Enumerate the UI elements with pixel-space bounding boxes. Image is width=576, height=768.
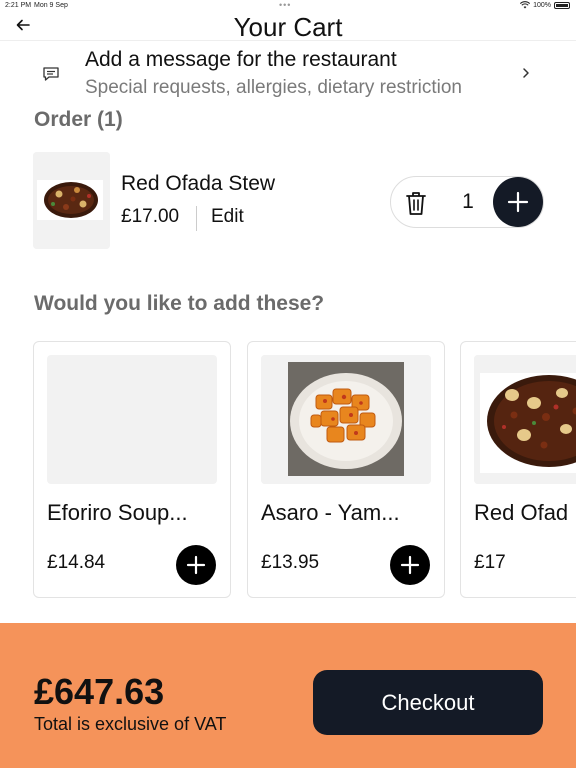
checkout-footer: £647.63 Total is exclusive of VAT Checko…: [0, 623, 576, 768]
message-icon: [43, 67, 59, 81]
add-suggestion-button[interactable]: [176, 545, 216, 585]
suggestion-image[interactable]: [261, 355, 431, 484]
plus-icon: [507, 191, 529, 213]
cart-total: £647.63: [34, 671, 165, 712]
status-date: Mon 9 Sep: [34, 2, 68, 9]
cart-item-image[interactable]: [33, 152, 110, 249]
suggestions-section-title: Would you like to add these?: [34, 292, 325, 315]
edit-item-button[interactable]: Edit: [211, 206, 244, 228]
suggestion-image-placeholder[interactable]: [47, 355, 217, 484]
header: Your Cart: [0, 10, 576, 42]
suggestions-carousel[interactable]: Eforiro Soup... £14.84 Asaro - Yam... £1…: [33, 341, 576, 599]
vat-note: Total is exclusive of VAT: [34, 714, 227, 734]
multitasking-dots-icon[interactable]: •••: [279, 0, 291, 10]
suggestion-price: £17: [474, 552, 506, 573]
suggestion-price: £14.84: [47, 552, 106, 573]
suggestion-card[interactable]: Eforiro Soup... £14.84: [33, 341, 231, 598]
suggestion-name: Asaro - Yam...: [261, 500, 400, 525]
suggestion-image[interactable]: [474, 355, 576, 484]
status-time: 2:21 PM: [5, 2, 32, 9]
status-right: 100%: [520, 1, 570, 9]
suggestion-card[interactable]: Asaro - Yam... £13.95: [247, 341, 445, 598]
plus-icon: [400, 555, 420, 575]
cart-item-price: £17.00: [121, 206, 180, 227]
restaurant-message-row[interactable]: Add a message for the restaurant Special…: [0, 40, 576, 106]
quantity-value: 1: [462, 190, 474, 213]
suggestion-name: Eforiro Soup...: [47, 500, 188, 525]
checkout-button[interactable]: Checkout: [313, 670, 543, 735]
stew-dish-image: [33, 152, 110, 249]
increase-quantity-button[interactable]: [493, 177, 543, 227]
quantity-stepper: 1: [390, 176, 544, 228]
trash-icon: [406, 192, 426, 215]
battery-icon: [554, 1, 570, 9]
price-edit-divider: [196, 206, 197, 231]
suggestion-name: Red Ofad: [474, 500, 569, 525]
cart-item-name: Red Ofada Stew: [121, 172, 276, 195]
chevron-right-icon: [523, 68, 529, 78]
yam-dish-image: [261, 355, 431, 484]
cart-item: Red Ofada Stew £17.00 Edit 1: [33, 152, 553, 250]
order-section-title: Order (1): [34, 108, 123, 131]
remove-item-button[interactable]: [401, 188, 431, 218]
suggestion-card[interactable]: Red Ofad £17: [460, 341, 576, 598]
message-subtitle: Special requests, allergies, dietary res…: [85, 77, 463, 98]
wifi-icon: [520, 1, 531, 9]
message-title: Add a message for the restaurant: [85, 48, 397, 71]
plus-icon: [186, 555, 206, 575]
suggestion-price: £13.95: [261, 552, 320, 573]
battery-percent: 100%: [533, 1, 551, 9]
stew-dish-image: [474, 355, 576, 484]
page-title: Your Cart: [233, 12, 343, 42]
add-suggestion-button[interactable]: [390, 545, 430, 585]
